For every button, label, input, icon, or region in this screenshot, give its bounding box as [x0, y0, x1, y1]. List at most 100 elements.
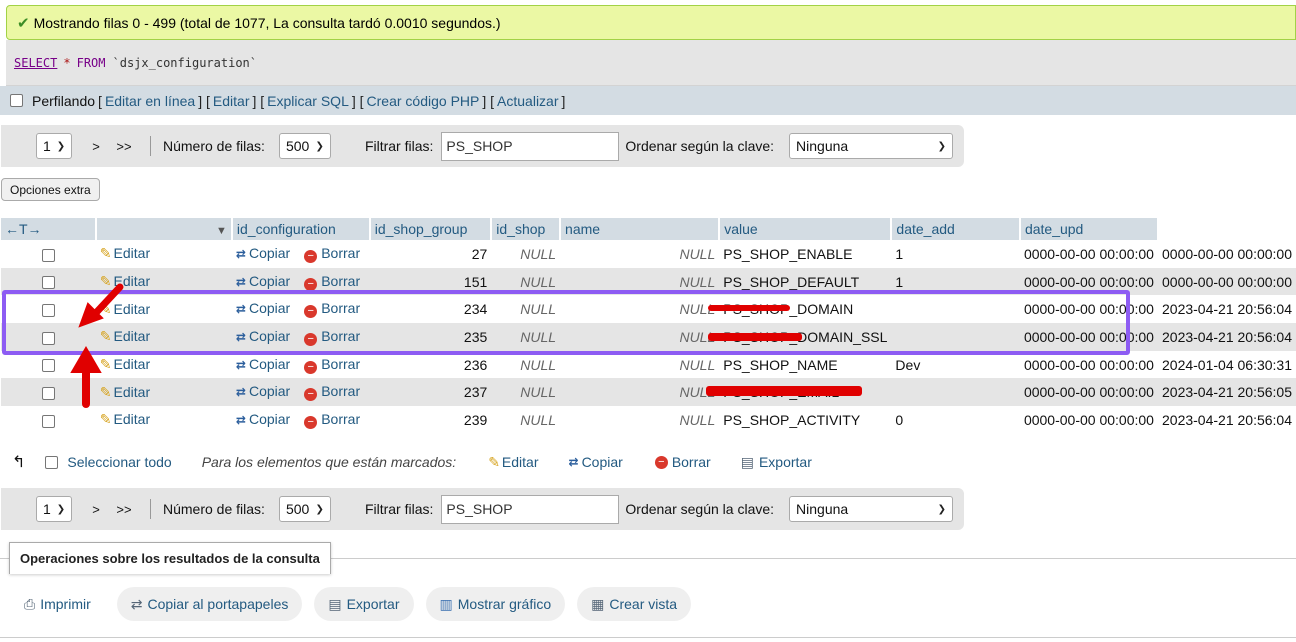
cell-value[interactable]: 1: [891, 267, 1020, 296]
refresh-link[interactable]: Actualizar: [497, 93, 558, 109]
row-edit-button[interactable]: Editar: [114, 356, 151, 372]
cell-id-shop[interactable]: NULL: [560, 378, 720, 407]
last-page-button[interactable]: >>: [110, 133, 138, 159]
column-header-id-shop[interactable]: id_shop: [491, 218, 562, 240]
cell-name[interactable]: PS_SHOP_ACTIVITY: [719, 406, 892, 434]
cell-date-add[interactable]: 0000-00-00 00:00:00: [1019, 378, 1158, 407]
row-delete-button[interactable]: Borrar: [321, 328, 360, 344]
column-header-value[interactable]: value: [719, 218, 893, 240]
cell-value[interactable]: [891, 295, 1020, 324]
table-row[interactable]: ✎ Editar ⇄ Copiar − Borrar 239 NULL NULL PS_SHOP_…: [1, 406, 1296, 434]
cell-date-add[interactable]: 0000-00-00 00:00:00: [1019, 350, 1158, 379]
rows-count-select[interactable]: 500 ❯: [278, 496, 331, 522]
select-all-checkbox[interactable]: [45, 455, 59, 469]
row-edit-button[interactable]: Editar: [114, 411, 151, 427]
cell-id-shop-group[interactable]: NULL: [491, 350, 561, 379]
row-checkbox[interactable]: [41, 387, 55, 401]
row-copy-button[interactable]: Copiar: [249, 328, 290, 344]
cell-value[interactable]: 1: [891, 240, 1020, 268]
profiling-checkbox[interactable]: [10, 94, 23, 107]
sql-query-box[interactable]: SELECT * FROM `dsjx_configuration`: [6, 40, 1296, 86]
sort-key-select[interactable]: Ninguna ❯: [789, 496, 954, 522]
column-resize-icon[interactable]: ←T→: [5, 221, 42, 237]
cell-id-shop[interactable]: NULL: [560, 406, 720, 434]
bulk-delete-button[interactable]: Borrar: [672, 454, 711, 470]
table-row[interactable]: ✎ Editar ⇄ Copiar − Borrar 235 NULL NULL PS_SHOP_…: [1, 323, 1296, 351]
page-select[interactable]: 1 ❯: [36, 496, 72, 522]
row-delete-button[interactable]: Borrar: [321, 383, 360, 399]
export-button[interactable]: ▤ Exportar: [314, 587, 414, 621]
table-row[interactable]: ✎Editar⇄Copiar−Borrar237NULLNULLPS_SHOP_…: [1, 378, 1296, 407]
cell-date-upd[interactable]: 2023-04-21 20:56:04: [1158, 295, 1296, 324]
row-checkbox-cell[interactable]: [1, 406, 96, 434]
cell-id-shop-group[interactable]: NULL: [491, 406, 561, 434]
cell-id-shop[interactable]: NULL: [560, 267, 720, 296]
cell-value[interactable]: Dev: [891, 350, 1020, 379]
row-edit-button[interactable]: Editar: [114, 301, 151, 317]
row-delete-button[interactable]: Borrar: [321, 356, 360, 372]
row-copy-button[interactable]: Copiar: [249, 411, 290, 427]
row-checkbox-cell[interactable]: [1, 240, 96, 268]
row-delete-button[interactable]: Borrar: [321, 245, 360, 261]
row-edit-cell[interactable]: ✎ Editar: [95, 323, 232, 351]
rows-count-select[interactable]: 500 ❯: [278, 133, 331, 159]
row-checkbox[interactable]: [41, 414, 55, 428]
cell-id-configuration[interactable]: 239: [369, 406, 492, 434]
filter-rows-input[interactable]: PS_SHOP: [441, 494, 620, 524]
row-edit-cell[interactable]: ✎ Editar: [95, 267, 232, 296]
row-checkbox[interactable]: [41, 248, 55, 262]
cell-id-configuration[interactable]: 237: [369, 378, 492, 407]
row-checkbox[interactable]: [41, 304, 55, 318]
bulk-copy-button[interactable]: Copiar: [582, 454, 623, 470]
cell-id-shop[interactable]: NULL: [560, 323, 720, 351]
column-header-date-add[interactable]: date_add: [891, 218, 1021, 240]
cell-name[interactable]: PS_SHOP_NAME: [719, 350, 892, 379]
row-edit-cell[interactable]: ✎ Editar: [95, 406, 232, 434]
cell-id-shop[interactable]: NULL: [560, 240, 720, 268]
cell-name[interactable]: PS_SHOP_ENABLE: [719, 240, 892, 268]
row-checkbox[interactable]: [41, 331, 55, 345]
last-page-button[interactable]: >>: [110, 496, 138, 522]
row-copy-button[interactable]: Copiar: [249, 273, 290, 289]
cell-date-upd[interactable]: 2023-04-21 20:56:05: [1158, 378, 1296, 407]
row-edit-button[interactable]: Editar: [114, 273, 151, 289]
show-chart-button[interactable]: ▥ Mostrar gráfico: [425, 587, 566, 621]
cell-id-configuration[interactable]: 27: [369, 240, 492, 268]
cell-date-add[interactable]: 0000-00-00 00:00:00: [1019, 406, 1158, 434]
page-select[interactable]: 1 ❯: [36, 133, 72, 159]
row-checkbox-cell[interactable]: [1, 378, 96, 407]
row-delete-button[interactable]: Borrar: [321, 411, 360, 427]
cell-date-upd[interactable]: 2023-04-21 20:56:04: [1158, 323, 1296, 351]
cell-date-upd[interactable]: 2024-01-04 06:30:31: [1158, 350, 1296, 379]
row-checkbox-cell[interactable]: [1, 295, 96, 324]
row-checkbox-cell[interactable]: [1, 323, 96, 351]
cell-id-configuration[interactable]: 234: [369, 295, 492, 324]
inline-edit-link[interactable]: Editar en línea: [105, 93, 195, 109]
column-header-id-configuration[interactable]: id_configuration: [231, 218, 371, 240]
row-checkbox-cell[interactable]: [1, 350, 96, 379]
create-view-button[interactable]: ▦ Crear vista: [577, 587, 692, 621]
cell-id-shop-group[interactable]: NULL: [491, 240, 561, 268]
row-delete-button[interactable]: Borrar: [321, 300, 360, 316]
column-resize-header[interactable]: ←T→: [1, 218, 97, 240]
cell-value[interactable]: [891, 323, 1020, 351]
row-edit-button[interactable]: Editar: [114, 384, 151, 400]
cell-id-shop-group[interactable]: NULL: [491, 267, 561, 296]
row-edit-cell[interactable]: ✎ Editar: [95, 350, 232, 379]
row-edit-cell[interactable]: ✎ Editar: [95, 295, 232, 324]
row-checkbox[interactable]: [41, 359, 55, 373]
cell-id-shop[interactable]: NULL: [560, 350, 720, 379]
cell-id-configuration[interactable]: 236: [369, 350, 492, 379]
row-copy-button[interactable]: Copiar: [249, 300, 290, 316]
extra-options-button[interactable]: Opciones extra: [1, 178, 100, 201]
table-row[interactable]: ✎ Editar ⇄ Copiar − Borrar 27 NULL NULL PS_SHOP_E…: [1, 240, 1296, 268]
sql-select-keyword[interactable]: SELECT: [14, 56, 57, 70]
table-row[interactable]: ✎ Editar ⇄ Copiar − Borrar 151 NULL NULL PS_SHOP_…: [1, 267, 1296, 296]
actions-sort-header[interactable]: ▼: [95, 218, 233, 240]
sort-key-select[interactable]: Ninguna ❯: [789, 133, 954, 159]
cell-date-upd[interactable]: 2023-04-21 20:56:04: [1158, 406, 1296, 434]
cell-date-upd[interactable]: 0000-00-00 00:00:00: [1158, 267, 1296, 296]
explain-sql-link[interactable]: Explicar SQL: [267, 93, 349, 109]
create-php-link[interactable]: Crear código PHP: [367, 93, 480, 109]
bulk-edit-button[interactable]: Editar: [502, 454, 539, 470]
